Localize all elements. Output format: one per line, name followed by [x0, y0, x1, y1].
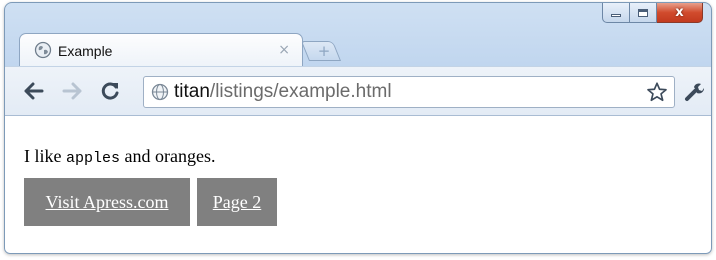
- window-controls: x: [602, 3, 703, 23]
- url-host: titan: [174, 81, 210, 102]
- page-2-link[interactable]: Page 2: [197, 178, 277, 226]
- intro-paragraph: I like apples and oranges.: [24, 146, 215, 167]
- star-icon[interactable]: [646, 81, 668, 103]
- browser-window: x Example × + titan/listings/example.htm…: [4, 2, 712, 254]
- forward-icon: [62, 82, 82, 100]
- browser-toolbar: titan/listings/example.html: [5, 66, 711, 116]
- maximize-button[interactable]: [630, 3, 657, 23]
- settings-button[interactable]: [683, 80, 705, 102]
- url-path: /listings/example.html: [209, 81, 392, 102]
- reload-button[interactable]: [99, 80, 121, 102]
- minimize-icon: [611, 14, 621, 17]
- visit-apress-link[interactable]: Visit Apress.com: [24, 178, 190, 226]
- code-apples: apples: [66, 150, 121, 167]
- tab-title: Example: [58, 43, 113, 59]
- wrench-icon: [685, 83, 705, 101]
- address-bar[interactable]: titan/listings/example.html: [143, 76, 675, 108]
- tab-example[interactable]: Example ×: [19, 33, 303, 67]
- forward-button[interactable]: [61, 80, 83, 102]
- page-content: I like apples and oranges. Visit Apress.…: [5, 116, 711, 253]
- para-text-after: and oranges.: [120, 146, 216, 166]
- minimize-button[interactable]: [602, 3, 630, 23]
- back-button[interactable]: [23, 80, 45, 102]
- close-icon: x: [675, 5, 684, 20]
- reload-icon: [101, 82, 119, 100]
- back-icon: [24, 82, 44, 100]
- close-window-button[interactable]: x: [657, 3, 703, 23]
- tab-close-icon[interactable]: ×: [278, 42, 290, 58]
- new-tab-icon: +: [317, 42, 331, 60]
- globe-icon: [151, 83, 169, 101]
- para-text-before: I like: [24, 146, 66, 166]
- url-text: titan/listings/example.html: [174, 82, 392, 102]
- globe-icon: [34, 41, 52, 59]
- maximize-icon: [638, 8, 648, 17]
